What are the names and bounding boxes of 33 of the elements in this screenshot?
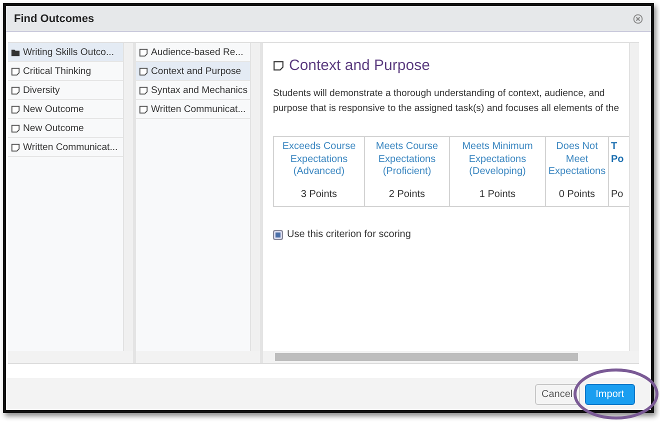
- outcome-icon: [11, 66, 20, 76]
- list-item[interactable]: Writing Skills Outco...: [8, 43, 123, 62]
- outcome-icon: [139, 66, 148, 76]
- outcome-icon: [11, 104, 20, 114]
- criterion-title: Context and Purpose: [289, 57, 430, 74]
- level-name: T Po: [610, 140, 625, 166]
- level-points: 0 Points: [558, 188, 596, 202]
- outcome-icon: [139, 104, 148, 114]
- outcome-icon: [139, 86, 148, 94]
- level-points: 3 Points: [300, 188, 338, 202]
- checkbox[interactable]: [273, 230, 283, 240]
- scrollbar[interactable]: [250, 43, 260, 351]
- level-name: Meets Course Expectations (Proficient): [374, 140, 440, 179]
- outcome-icon: [11, 124, 20, 132]
- checkbox-label: Use this criterion for scoring: [287, 229, 411, 240]
- folder-icon: [11, 48, 20, 56]
- level-points: Po: [610, 188, 624, 202]
- close-icon[interactable]: [633, 14, 643, 24]
- outcome-icon: [11, 86, 20, 94]
- window-title: Find Outcomes: [14, 12, 94, 24]
- outcome-icon: [11, 142, 20, 152]
- outcome-icon: [273, 60, 284, 71]
- scrollbar[interactable]: [629, 43, 639, 351]
- cancel-button[interactable]: Cancel: [534, 384, 580, 404]
- level-name: Does Not Meet Expectations: [547, 140, 607, 179]
- scrollbar[interactable]: [123, 43, 133, 351]
- criterion-description: Students will demonstrate a thorough understanding of context, audience, and purpose that is responsive to the assigned task(s) and focuses all elements of the: [273, 87, 620, 116]
- level-name: Meets Minimum Expectations (Developing): [461, 140, 534, 179]
- level-points: 2 Points: [388, 188, 426, 202]
- level-name: Exceeds Course Expectations (Advanced): [281, 140, 357, 179]
- outcome-icon: [139, 48, 148, 56]
- level-points: 1 Points: [478, 188, 517, 202]
- list-item[interactable]: Context and Purpose: [136, 62, 250, 81]
